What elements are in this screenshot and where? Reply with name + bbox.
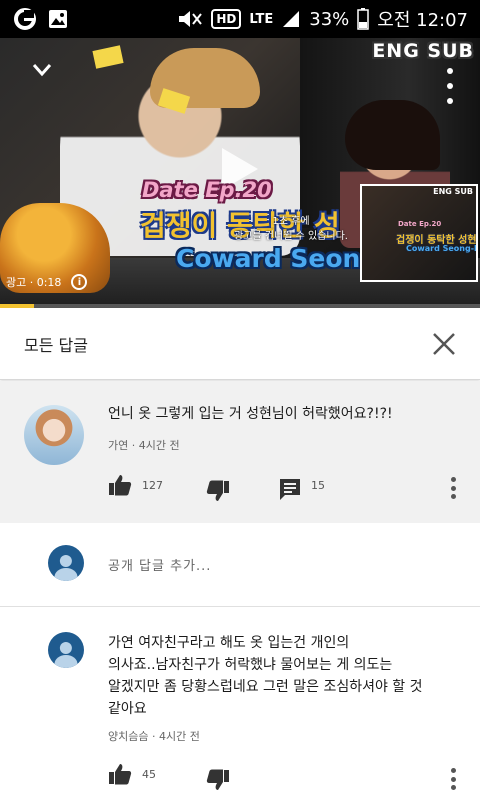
thumbs-up-icon[interactable] bbox=[108, 762, 132, 786]
comment-author[interactable]: 가연 bbox=[108, 439, 128, 452]
ad-indicator: 광고 · 0:18 i bbox=[6, 274, 88, 290]
reply-icon[interactable] bbox=[278, 477, 302, 501]
add-reply-input[interactable]: 공개 답글 추가... bbox=[108, 555, 211, 574]
avatar[interactable] bbox=[48, 632, 84, 668]
more-vert-icon bbox=[450, 477, 456, 482]
replies-title: 모든 답글 bbox=[24, 335, 88, 355]
app-notification-icon bbox=[14, 8, 36, 30]
video-frame-detail bbox=[345, 100, 440, 170]
status-bar: HD LTE 33% 오전 12:07 bbox=[0, 0, 480, 38]
comment-time: 4시간 전 bbox=[138, 439, 180, 452]
battery-icon bbox=[357, 8, 370, 30]
vibrate-mute-icon bbox=[177, 8, 203, 30]
hd-icon: HD bbox=[211, 9, 242, 29]
video-player[interactable]: ENG SUB Date Ep.20 겁쟁이 동탁한 성 Coward Seon… bbox=[0, 38, 480, 308]
close-icon[interactable] bbox=[430, 330, 458, 358]
comment-meta: 양치슴슴 · 4시간 전 bbox=[108, 730, 200, 743]
thumbs-down-icon[interactable] bbox=[206, 479, 230, 503]
next-video-preview[interactable]: ENG SUB Date Ep.20 겁쟁이 동탁한 성현이? Coward S… bbox=[360, 184, 478, 282]
comment-author[interactable]: 양치슴슴 bbox=[108, 730, 148, 743]
more-vert-icon bbox=[447, 68, 453, 74]
comment-more-button[interactable] bbox=[449, 477, 457, 499]
avatar bbox=[48, 545, 84, 581]
add-reply-section: 공개 답글 추가... bbox=[0, 523, 480, 607]
battery-percent: 33% bbox=[309, 8, 350, 30]
signal-icon bbox=[281, 9, 301, 29]
eng-sub-badge: ENG SUB bbox=[372, 40, 474, 62]
gallery-notification-icon bbox=[48, 9, 68, 29]
main-comment: 언니 옷 그렇게 입는 거 성현님이 허락했어요?!?! 가연 · 4시간 전 … bbox=[0, 381, 480, 523]
like-count: 45 bbox=[142, 768, 156, 781]
replies-header: 모든 답글 bbox=[0, 308, 480, 380]
thumbs-down-icon[interactable] bbox=[206, 768, 230, 792]
avatar[interactable] bbox=[24, 405, 84, 465]
minimize-video-button[interactable] bbox=[28, 56, 56, 84]
like-count: 127 bbox=[142, 479, 163, 492]
comment-meta: 가연 · 4시간 전 bbox=[108, 439, 180, 452]
comment-more-button[interactable] bbox=[449, 768, 457, 790]
comment-text: 언니 옷 그렇게 입는 거 성현님이 허락했어요?!?! bbox=[108, 406, 393, 422]
network-type-label: LTE bbox=[249, 11, 274, 27]
reply-comment: 가연 여자친구라고 해도 옷 입는건 개인의 의사죠..남자친구가 허락했냐 물… bbox=[0, 608, 480, 800]
info-icon[interactable]: i bbox=[71, 274, 88, 290]
ad-label: 광고 · 0:18 bbox=[6, 276, 62, 289]
reply-count: 15 bbox=[311, 479, 325, 492]
video-more-options-button[interactable] bbox=[444, 68, 456, 104]
comment-time: 4시간 전 bbox=[158, 730, 200, 743]
video-title-line1: Date Ep.20 bbox=[142, 178, 272, 202]
more-vert-icon bbox=[450, 768, 456, 773]
thumbs-up-icon[interactable] bbox=[108, 473, 132, 497]
clock: 오전 12:07 bbox=[377, 10, 468, 31]
comment-text: 가연 여자친구라고 해도 옷 입는건 개인의 의사죠..남자친구가 허락했냐 물… bbox=[108, 635, 423, 717]
skip-ad-countdown: 1초 후에 광고를 건너뛸 수 있습니다. bbox=[234, 216, 348, 242]
chevron-down-icon bbox=[32, 64, 52, 77]
